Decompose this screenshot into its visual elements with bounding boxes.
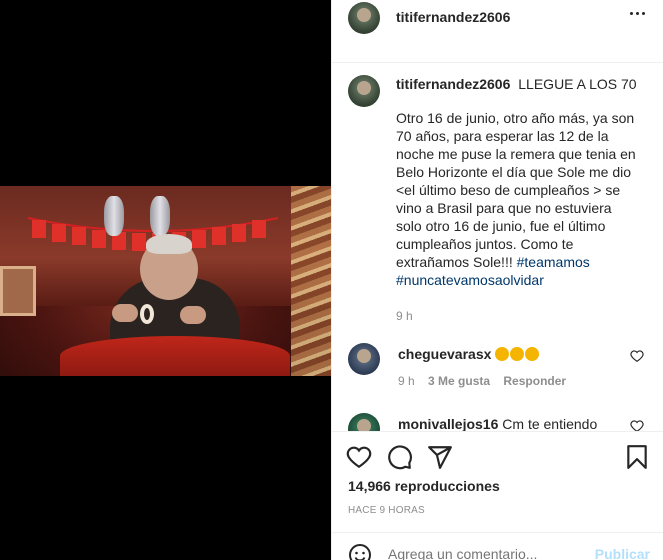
comment-icon[interactable] [387,444,413,470]
caption-text: Otro 16 de junio, otro año más, ya son 7… [396,110,636,270]
post-photo[interactable] [0,186,331,376]
posted-time[interactable]: HACE 9 HORAS [348,505,425,516]
emoji-icon [495,347,510,361]
comment-text: Cm te entiendo [502,416,598,431]
post-media[interactable] [0,0,331,560]
caption-username[interactable]: titifernandez2606 [396,76,510,92]
caption-title: LLEGUE A LOS 70 [518,76,637,92]
author-avatar[interactable] [348,2,380,34]
heart-icon[interactable] [346,444,372,470]
emoji-icon [525,347,540,361]
comment-input[interactable] [388,543,588,560]
more-options-icon[interactable] [630,12,646,18]
comment-likes[interactable]: 3 Me gusta [428,374,490,388]
publish-button[interactable]: Publicar [595,546,650,560]
post-actions: 14,966 reproducciones HACE 9 HORAS Publi… [332,431,663,560]
comment-emojis [495,346,540,362]
commenter-username[interactable]: cheguevarasx [398,346,491,362]
views-count[interactable]: 14,966 reproducciones [348,478,500,494]
reply-button[interactable]: Responder [503,374,566,388]
add-comment-bar: Publicar [332,532,663,560]
hashtag-link[interactable]: #nuncatevamosaolvidar [396,272,544,288]
caption-time[interactable]: 9 h [396,307,641,325]
emoji-icon [510,347,525,361]
comment-time[interactable]: 9 h [398,374,415,388]
commenter-avatar[interactable] [348,413,380,431]
post-header: titifernandez2606 [332,0,663,63]
commenter-avatar[interactable] [348,343,380,375]
comments-list[interactable]: titifernandez2606 LLEGUE A LOS 70 Otro 1… [332,63,663,431]
commenter-username[interactable]: monivallejos16 [398,416,498,431]
emoji-icon[interactable] [348,543,372,560]
bookmark-icon[interactable] [624,444,650,470]
author-username[interactable]: titifernandez2606 [396,9,510,25]
comment-like-heart-icon[interactable] [630,419,644,431]
share-icon[interactable] [427,444,453,470]
comment-like-heart-icon[interactable] [630,349,644,363]
post-side-panel: titifernandez2606 titifernandez2606 LLEG… [331,0,663,560]
caption-author-avatar[interactable] [348,75,380,107]
hashtag-link[interactable]: #teamamos [517,254,590,270]
